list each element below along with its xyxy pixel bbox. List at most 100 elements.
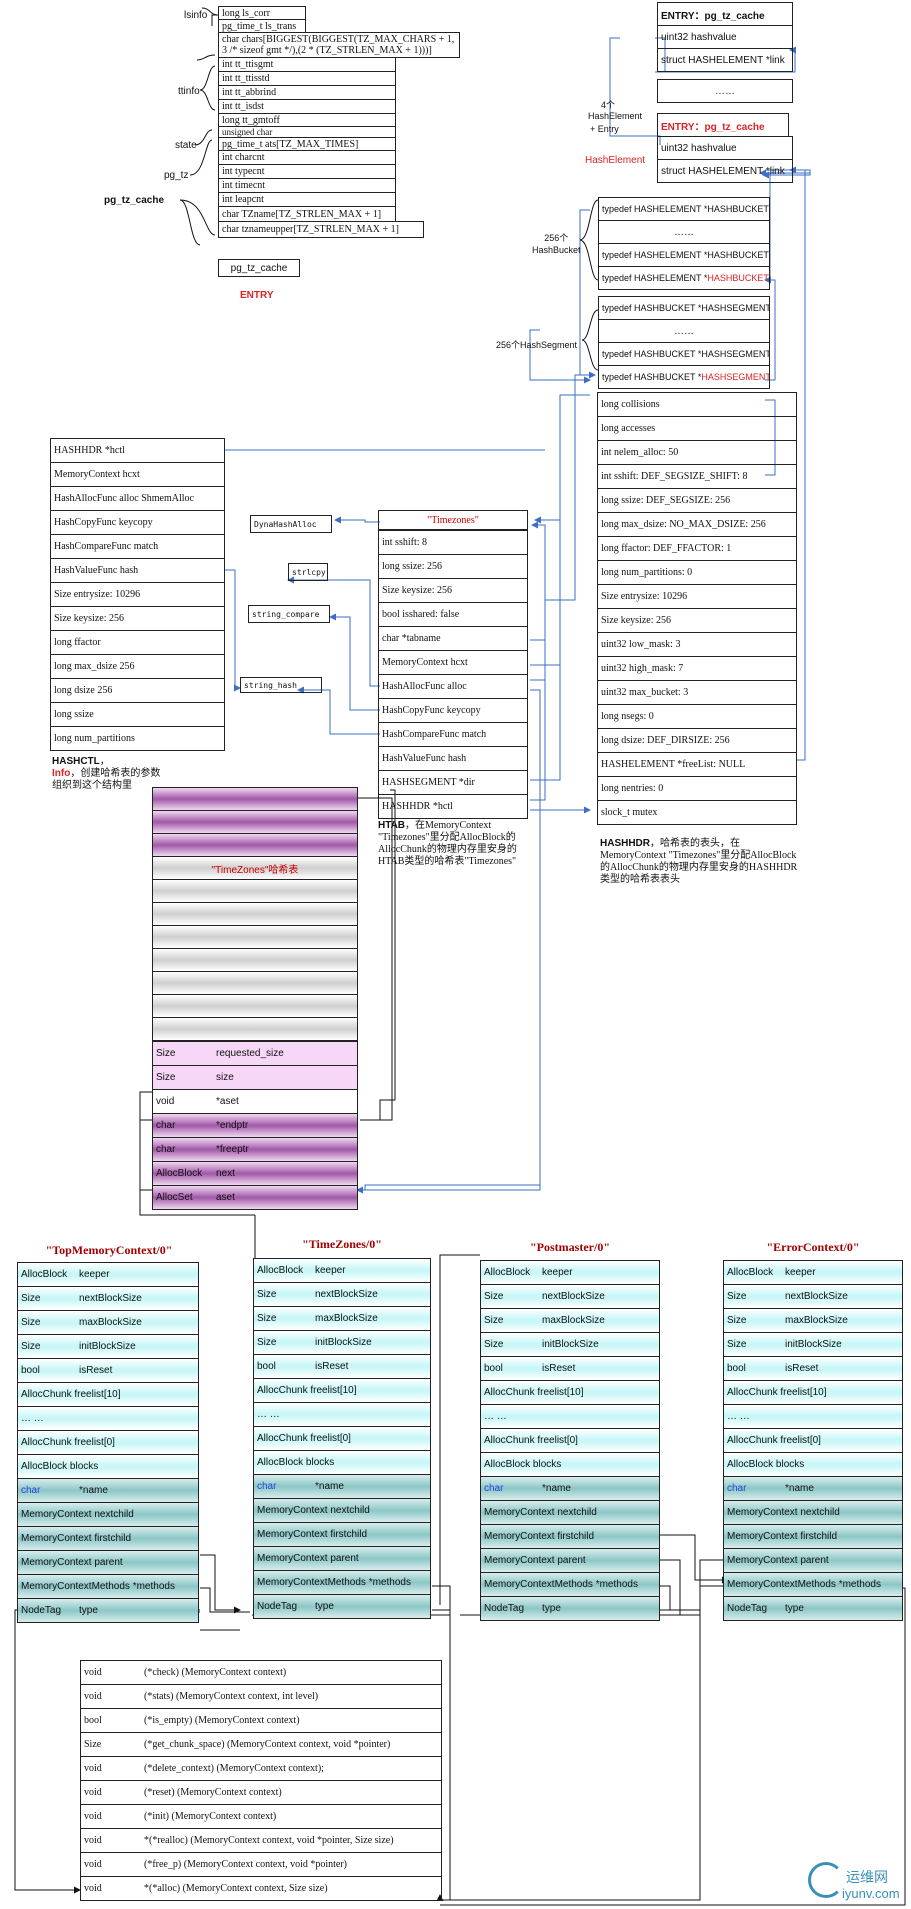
- context-field-type: bool: [727, 1363, 746, 1374]
- context-row: … …: [253, 1402, 431, 1427]
- context-field-name: type: [542, 1603, 561, 1614]
- context-field-type: AllocChunk freelist[10]: [727, 1387, 827, 1398]
- context-row: AllocChunk freelist[10]: [253, 1378, 431, 1403]
- context-row: AllocBlock keeper: [480, 1260, 660, 1285]
- context-field-type: bool: [21, 1365, 40, 1376]
- method-row: void (*check) (MemoryContext context): [80, 1660, 442, 1685]
- context-field-type: AllocChunk freelist[0]: [484, 1435, 578, 1446]
- context-field-type: MemoryContextMethods *methods: [257, 1577, 411, 1588]
- entry-row: char TZname[TZ_STRLEN_MAX + 1]: [218, 206, 396, 222]
- context-field-name: nextBlockSize: [542, 1291, 605, 1302]
- hashctl-cap-title: HASHCTL: [52, 756, 100, 767]
- bucket-row: ……: [598, 220, 770, 244]
- context-row: MemoryContextMethods *methods: [253, 1570, 431, 1595]
- entry-count-label: 4个: [601, 100, 616, 110]
- context-field-name: nextBlockSize: [315, 1289, 378, 1300]
- context-field-name: type: [315, 1601, 334, 1612]
- context-field-type: AllocBlock blocks: [21, 1461, 99, 1472]
- func-dynahashalloc: DynaHashAlloc: [250, 515, 332, 533]
- context-field-type: MemoryContext parent: [21, 1557, 123, 1568]
- chunk-stripe: [152, 948, 358, 972]
- entry-row: char tznameupper[TZ_STRLEN_MAX + 1]: [218, 221, 424, 238]
- hashctl-row: long dsize 256: [50, 678, 225, 703]
- context-field-name: keeper: [79, 1269, 110, 1280]
- context-field-type: AllocBlock: [21, 1269, 68, 1280]
- context-row: Size initBlockSize: [480, 1332, 660, 1357]
- context-row: MemoryContextMethods *methods: [17, 1574, 199, 1599]
- context-field-type: MemoryContextMethods *methods: [21, 1581, 175, 1592]
- hashhdr-row: int sshift: DEF_SEGSIZE_SHIFT: 8: [597, 464, 797, 489]
- context-field-type: Size: [257, 1313, 277, 1324]
- context-row: char *name: [480, 1476, 660, 1501]
- context-field-name: initBlockSize: [542, 1339, 599, 1350]
- context-field-type: MemoryContext nextchild: [21, 1509, 134, 1520]
- htab-row: int sshift: 8: [378, 530, 528, 555]
- context-field-type: NodeTag: [21, 1605, 62, 1616]
- hashctl-caption: HASHCTL， Info，创建哈希表的参数组织到这个结构里: [52, 756, 161, 791]
- context-row: … …: [723, 1404, 903, 1429]
- context-row: MemoryContext nextchild: [17, 1502, 199, 1527]
- context-field-type: char: [727, 1483, 747, 1494]
- hashhdr-row: long accesses: [597, 416, 797, 441]
- context-field-type: Size: [727, 1315, 747, 1326]
- method-return-type: void: [84, 1667, 102, 1678]
- context-field-type: AllocChunk freelist[10]: [21, 1389, 121, 1400]
- entry-dots: ……: [657, 79, 793, 103]
- context-field-type: Size: [727, 1339, 747, 1350]
- htab-row: HashAllocFunc alloc: [378, 674, 528, 699]
- hashhdr-row: Size keysize: 256: [597, 608, 797, 633]
- hashhdr-row: long max_dsize: NO_MAX_DSIZE: 256: [597, 512, 797, 537]
- context-field-type: MemoryContext firstchild: [727, 1531, 838, 1542]
- entry-row: int tt_ttisgmt: [218, 57, 396, 72]
- hashctl-row: MemoryContext hcxt: [50, 462, 225, 487]
- context-field-name: isReset: [785, 1363, 819, 1374]
- segment-red: HASHSEGMENT: [701, 372, 770, 382]
- context-row: bool isReset: [723, 1356, 903, 1381]
- hashhdr-row: slock_t mutex: [597, 800, 797, 825]
- entry-row: int leapcnt: [218, 192, 396, 207]
- method-signature: (*reset) (MemoryContext context): [144, 1787, 282, 1798]
- context-field-type: bool: [484, 1363, 503, 1374]
- chunk-row: AllocBlock next: [152, 1161, 358, 1186]
- func-string-hash: string_hash: [240, 677, 322, 693]
- hashelement-red-label: HashElement: [585, 155, 646, 166]
- context-field-type: MemoryContext firstchild: [257, 1529, 368, 1540]
- entry-row: int tt_ttisstd: [218, 71, 396, 86]
- chunk-type: AllocBlock: [156, 1168, 203, 1179]
- context-field-name: keeper: [542, 1267, 573, 1278]
- chunk-type: char: [156, 1144, 176, 1155]
- context-row: MemoryContext nextchild: [480, 1500, 660, 1525]
- context-title-postmaster: "Postmaster/0": [530, 1240, 610, 1254]
- entry-title: ENTRY：pg_tz_cache: [657, 113, 789, 137]
- context-row: … …: [17, 1406, 199, 1431]
- context-field-name: type: [785, 1603, 804, 1614]
- chunk-row: void *aset: [152, 1089, 358, 1114]
- hashhdr-row: Size entrysize: 10296: [597, 584, 797, 609]
- context-row: Size nextBlockSize: [17, 1286, 199, 1311]
- htab-caption: HTAB，在MemoryContext "Timezones"里分配AllocB…: [378, 820, 533, 868]
- context-field-type: MemoryContextMethods *methods: [484, 1579, 638, 1590]
- watermark-en: iyunv.com: [842, 1886, 900, 1901]
- bucket-red: HASHBUCKET: [707, 273, 769, 283]
- hash-entry-1: ENTRY：pg_tz_cache uint32 hashvalue struc…: [657, 2, 793, 72]
- hashhdr-row: uint32 low_mask: 3: [597, 632, 797, 657]
- context-field-type: MemoryContext parent: [727, 1555, 829, 1566]
- context-row: Size maxBlockSize: [723, 1308, 903, 1333]
- watermark-cn: 运维网: [846, 1869, 888, 1885]
- pg-tz-entry-struct: long ls_corr pg_time_t ls_trans char cha…: [218, 6, 460, 238]
- method-row: void (*stats) (MemoryContext context, int…: [80, 1684, 442, 1709]
- context-field-type: AllocBlock blocks: [257, 1457, 335, 1468]
- chunk-type: AllocSet: [156, 1192, 193, 1203]
- hashhdr-caption: HASHHDR，哈希表的表头，在MemoryContext "Timezones…: [600, 838, 800, 886]
- entry-row: long tt_gmtoff: [218, 113, 396, 127]
- context-row: MemoryContext firstchild: [480, 1524, 660, 1549]
- bucket-row-last: typedef HASHELEMENT * HASHBUCKET: [598, 266, 770, 290]
- context-field-type: Size: [21, 1341, 41, 1352]
- context-row: MemoryContext firstchild: [723, 1524, 903, 1549]
- context-row: bool isReset: [480, 1356, 660, 1381]
- context-row: AllocChunk freelist[10]: [480, 1380, 660, 1405]
- context-field-type: AllocChunk freelist[0]: [21, 1437, 115, 1448]
- method-signature: (*free_p) (MemoryContext context, void *…: [144, 1859, 347, 1870]
- htab-row: HASHSEGMENT *dir: [378, 770, 528, 795]
- chunk-stripe: [152, 902, 358, 926]
